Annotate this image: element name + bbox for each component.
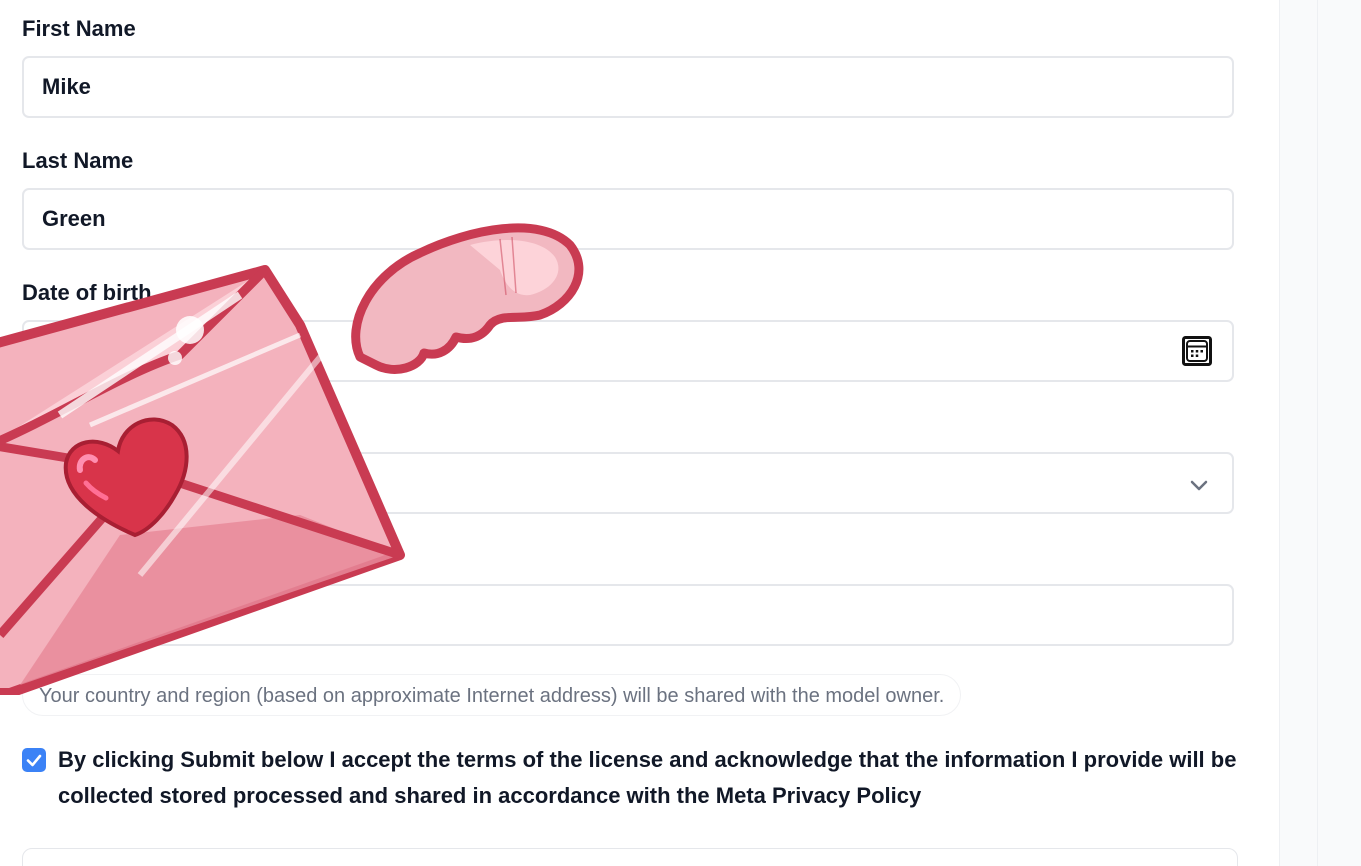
chevron-down-icon [1190,480,1208,491]
consent-text: By clicking Submit below I accept the te… [58,747,1237,808]
date-of-birth-input[interactable] [24,322,1232,380]
check-icon [26,754,42,767]
location-sharing-notice: Your country and region (based on approx… [22,674,962,716]
last-name-input[interactable] [24,190,1232,248]
first-name-label: First Name [22,16,136,41]
first-name-input[interactable] [24,58,1232,116]
next-form-section [22,848,1238,866]
page: First Name Last Name Date of birth [0,0,1361,866]
date-of-birth-label: Date of birth [22,280,152,305]
calendar-icon[interactable] [1182,336,1212,366]
sidebar-divider [1317,0,1318,866]
consent-checkbox[interactable] [22,748,46,772]
text-field[interactable] [22,584,1234,646]
first-name-field[interactable] [22,56,1234,118]
text-input[interactable] [24,586,1232,644]
dropdown-select[interactable] [22,452,1234,514]
last-name-field[interactable] [22,188,1234,250]
right-sidebar [1279,0,1361,866]
date-of-birth-field[interactable] [22,320,1234,382]
last-name-label: Last Name [22,148,134,173]
